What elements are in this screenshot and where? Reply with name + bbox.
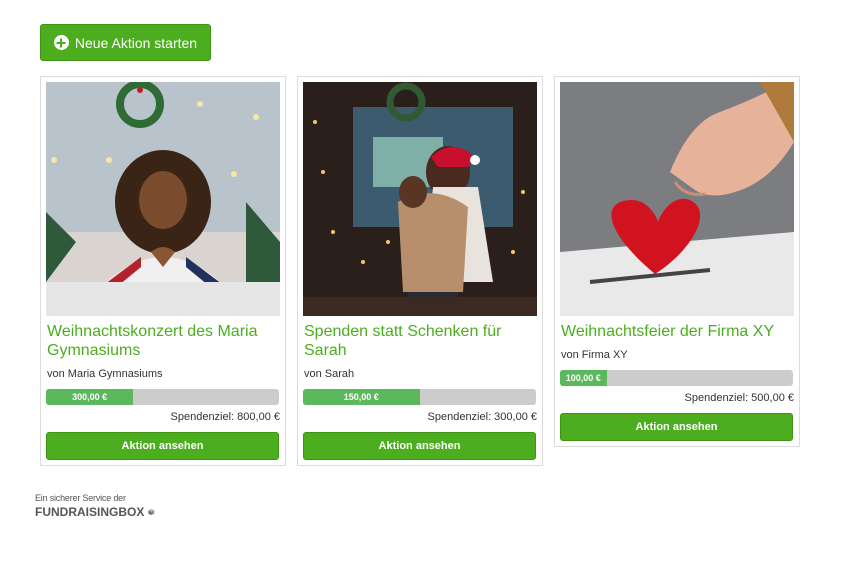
view-campaign-button[interactable]: Aktion ansehen — [303, 432, 536, 460]
campaign-card: Weihnachtsfeier der Firma XY von Firma X… — [554, 76, 800, 447]
campaign-image-concert[interactable] — [46, 82, 280, 316]
campaign-image-hug[interactable] — [303, 82, 537, 316]
donation-goal: Spendenziel: 800,00 € — [170, 411, 280, 423]
start-campaign-label: Neue Aktion starten — [74, 34, 198, 51]
campaign-card: Spenden statt Schenken für Sarah von Sar… — [297, 76, 543, 466]
campaign-title[interactable]: Weihnachtsfeier der Firma XY — [560, 322, 794, 341]
donation-progress-bar: 100,00 € — [560, 370, 793, 386]
campaign-organizer: von Maria Gymnasiums — [47, 368, 163, 380]
fundraisingbox-logo[interactable]: Ein sicherer Service der FUNDRAISINGBOX — [35, 493, 155, 523]
view-campaign-button[interactable]: Aktion ansehen — [560, 413, 793, 441]
donation-progress-fill: 150,00 € — [303, 389, 420, 405]
campaign-card: Weihnachtskonzert des Maria Gymnasiums v… — [40, 76, 286, 466]
donation-progress-fill: 100,00 € — [560, 370, 607, 386]
donation-goal: Spendenziel: 500,00 € — [684, 392, 794, 404]
plus-circle-icon — [53, 35, 69, 50]
brand-text: FUNDRAISINGBOX — [35, 505, 145, 519]
donation-progress-bar: 150,00 € — [303, 389, 536, 405]
donation-progress-bar: 300,00 € — [46, 389, 279, 405]
campaign-image-heart[interactable] — [560, 82, 794, 316]
service-text: Ein sicherer Service der — [35, 493, 126, 503]
campaign-title[interactable]: Weihnachtskonzert des Maria Gymnasiums — [46, 322, 280, 360]
campaign-title[interactable]: Spenden statt Schenken für Sarah — [303, 322, 537, 360]
view-campaign-button[interactable]: Aktion ansehen — [46, 432, 279, 460]
donation-goal: Spendenziel: 300,00 € — [427, 411, 537, 423]
campaign-organizer: von Firma XY — [561, 349, 628, 361]
campaign-organizer: von Sarah — [304, 368, 355, 380]
box-icon — [148, 509, 155, 516]
donation-progress-fill: 300,00 € — [46, 389, 134, 405]
start-campaign-button[interactable]: Neue Aktion starten — [40, 24, 211, 61]
